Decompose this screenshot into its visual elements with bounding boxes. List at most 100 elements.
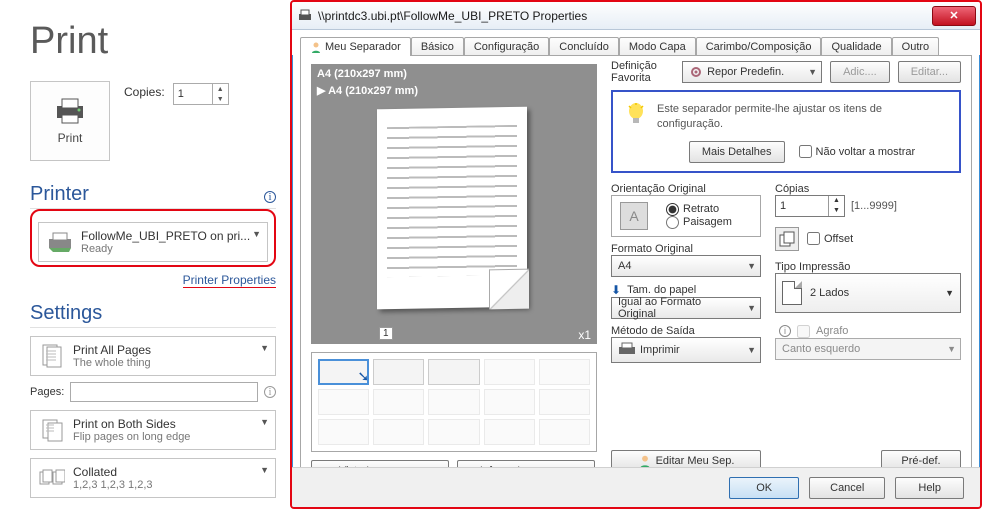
tab-configuracao[interactable]: Configuração: [464, 37, 549, 56]
layout-thumb[interactable]: [428, 359, 479, 385]
info-icon[interactable]: i: [264, 191, 276, 203]
copies-input[interactable]: 1 ▲▼: [173, 83, 229, 105]
tam-papel-label: ⬇Tam. do papel: [611, 283, 761, 297]
print-button-label: Print: [58, 131, 83, 145]
print-button[interactable]: Print: [30, 81, 110, 161]
metodo-select[interactable]: Imprimir▼: [611, 337, 761, 363]
help-button[interactable]: Help: [895, 477, 964, 499]
printer-name: FollowMe_UBI_PRETO on pri...: [81, 229, 259, 243]
offset-checkbox[interactable]: Offset: [807, 232, 853, 245]
duplex-icon: [39, 416, 65, 444]
mais-detalhes-button[interactable]: Mais Detalhes: [689, 141, 785, 163]
agrafo-label: i Agrafo: [775, 325, 961, 338]
tab-concluido[interactable]: Concluído: [549, 37, 619, 56]
printer-properties-link[interactable]: Printer Properties: [183, 273, 276, 288]
layout-thumbnails: ➘: [311, 352, 597, 452]
orientation-landscape-radio[interactable]: Paisagem: [666, 216, 732, 229]
dialog-titlebar: \\printdc3.ubi.pt\FollowMe_UBI_PRETO Pro…: [292, 2, 980, 30]
metodo-label: Método de Saída: [611, 325, 761, 337]
settings-section-head: Settings: [30, 302, 276, 328]
orientation-label: Orientação Original: [611, 183, 761, 195]
layout-thumb[interactable]: ➘: [318, 359, 369, 385]
agrafo-select: Canto esquerdo▼: [775, 338, 961, 360]
printer-device-icon: [47, 228, 73, 256]
info-icon[interactable]: i: [264, 386, 276, 398]
tab-qualidade[interactable]: Qualidade: [821, 37, 891, 56]
formato-label: Formato Original: [611, 243, 761, 255]
layout-thumb[interactable]: [318, 389, 369, 415]
ok-button[interactable]: OK: [729, 477, 799, 499]
formato-select[interactable]: A4▼: [611, 255, 761, 277]
chevron-down-icon: ▼: [260, 417, 269, 427]
tab-carimbo[interactable]: Carimbo/Composição: [696, 37, 822, 56]
dialog-title: \\printdc3.ubi.pt\FollowMe_UBI_PRETO Pro…: [318, 9, 926, 23]
collate-picker[interactable]: Collated 1,2,3 1,2,3 1,2,3 ▼: [30, 458, 276, 498]
collate-icon: [39, 464, 65, 492]
info-text: Este separador permite-lhe ajustar os it…: [657, 102, 947, 133]
layout-thumb[interactable]: [428, 419, 479, 445]
layout-thumb[interactable]: [373, 389, 424, 415]
duplex-picker[interactable]: Print on Both Sides Flip pages on long e…: [30, 410, 276, 450]
tipo-impressao-select[interactable]: 2 Lados▼: [775, 273, 961, 313]
spinner-up-icon[interactable]: ▲: [213, 84, 228, 94]
chevron-down-icon: ▼: [260, 465, 269, 475]
orientation-group: A Retrato Paisagem: [611, 195, 761, 237]
info-box: Este separador permite-lhe ajustar os it…: [611, 90, 961, 173]
favorite-edit-button[interactable]: Editar...: [898, 61, 961, 83]
layout-thumb[interactable]: [428, 389, 479, 415]
print-range-picker[interactable]: Print All Pages The whole thing ▼: [30, 336, 276, 376]
pages-icon: [39, 342, 65, 370]
person-icon: [638, 454, 652, 468]
person-icon: [310, 41, 322, 53]
layout-thumb[interactable]: [484, 389, 535, 415]
print-title: Print: [30, 20, 276, 63]
layout-thumb[interactable]: [484, 359, 535, 385]
favorite-add-button[interactable]: Adic....: [830, 61, 890, 83]
dialog-button-bar: OK Cancel Help: [292, 467, 980, 507]
printer-icon: [298, 9, 312, 23]
favorite-label: Definição Favorita: [611, 60, 674, 84]
copias-input[interactable]: 1▲▼: [775, 195, 845, 217]
printer-picker[interactable]: FollowMe_UBI_PRETO on pri... Ready ▼: [38, 222, 268, 262]
tab-modo-capa[interactable]: Modo Capa: [619, 37, 696, 56]
tam-papel-select[interactable]: Igual ao Formato Original▼: [611, 297, 761, 319]
spinner-down-icon[interactable]: ▼: [213, 94, 228, 104]
lightbulb-icon: [625, 102, 647, 128]
printer-properties-dialog: \\printdc3.ubi.pt\FollowMe_UBI_PRETO Pro…: [290, 0, 982, 509]
offset-icon: [775, 227, 799, 251]
preview-multiplier: x1: [578, 328, 591, 342]
printer-icon: [618, 342, 636, 358]
tabstrip: Meu Separador Básico Configuração Conclu…: [292, 30, 980, 55]
gear-icon: [689, 65, 703, 79]
layout-thumb[interactable]: [539, 359, 590, 385]
document-icon: [782, 281, 802, 305]
layout-thumb[interactable]: [484, 419, 535, 445]
page-preview: [377, 107, 527, 310]
layout-thumb[interactable]: [373, 359, 424, 385]
layout-thumb[interactable]: [539, 419, 590, 445]
preview-pane: A4 (210x297 mm) ▶ A4 (210x297 mm) 1 x1: [311, 64, 597, 344]
printer-section-head: Printer i: [30, 183, 276, 209]
copias-hint: [1...9999]: [851, 200, 897, 212]
layout-thumb[interactable]: [318, 419, 369, 445]
favorite-select[interactable]: Repor Predefin.▼: [682, 61, 822, 83]
orientation-portrait-radio[interactable]: Retrato: [666, 203, 732, 216]
layout-thumb[interactable]: [539, 389, 590, 415]
cancel-button[interactable]: Cancel: [809, 477, 885, 499]
tipo-label: Tipo Impressão: [775, 261, 961, 273]
tab-meu-separador[interactable]: Meu Separador: [300, 37, 411, 56]
pages-input[interactable]: [70, 382, 258, 402]
copies-label: Copies:: [124, 85, 165, 99]
chevron-down-icon: ▼: [252, 229, 261, 239]
nao-voltar-checkbox[interactable]: Não voltar a mostrar: [799, 145, 916, 158]
tab-basico[interactable]: Básico: [411, 37, 464, 56]
down-arrow-icon: ⬇: [611, 283, 621, 297]
print-panel: Print Print Copies: 1 ▲▼ Printer i Follo…: [0, 0, 290, 509]
layout-thumb[interactable]: [373, 419, 424, 445]
preview-page-number: 1: [379, 327, 393, 340]
info-icon: i: [779, 325, 791, 337]
tab-outro[interactable]: Outro: [892, 37, 940, 56]
close-button[interactable]: ✕: [932, 6, 976, 26]
printer-icon: [54, 97, 86, 125]
printer-status: Ready: [81, 243, 259, 255]
